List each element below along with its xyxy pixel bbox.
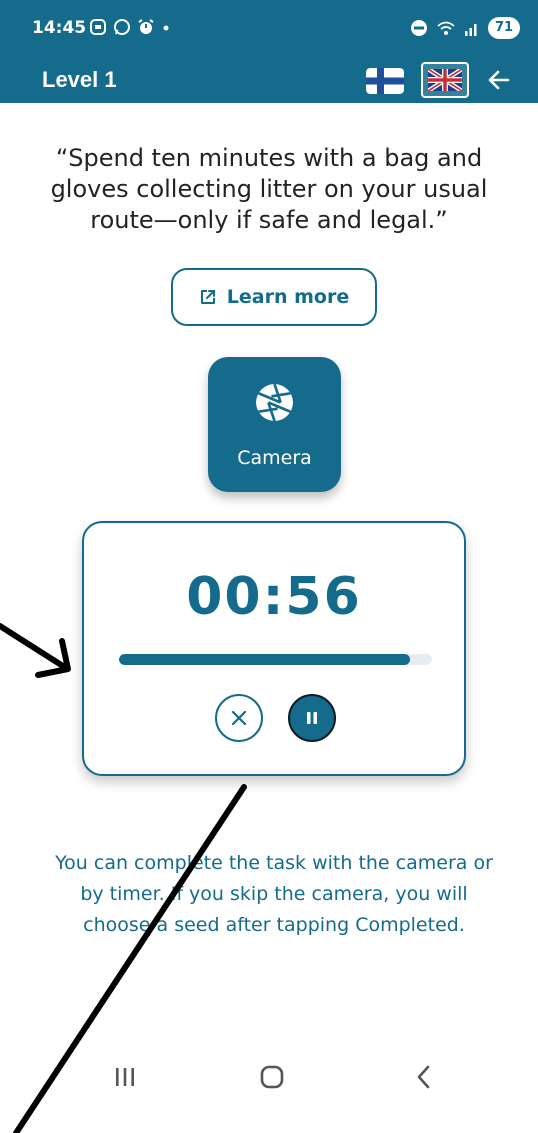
page-title: Level 1 xyxy=(42,67,117,92)
status-system-icons: 71 xyxy=(410,17,520,39)
system-nav-bar xyxy=(0,1050,538,1133)
timer-progress-bar xyxy=(119,654,432,665)
arrow-left-icon[interactable] xyxy=(484,65,514,95)
learn-more-button[interactable]: Learn more xyxy=(171,268,377,326)
timer-progress-fill xyxy=(119,654,411,665)
timer-card: 00:56 xyxy=(82,521,466,776)
screen: 14:45 71 Level 1 “Spend ten minutes with… xyxy=(0,0,538,1133)
pause-icon xyxy=(307,712,317,724)
app-bar: Level 1 xyxy=(0,56,538,103)
whatsapp-icon xyxy=(114,19,130,35)
screenshot-icon xyxy=(90,19,106,35)
external-link-icon xyxy=(200,290,215,304)
finland-flag-icon[interactable] xyxy=(366,68,404,94)
close-icon xyxy=(231,710,247,726)
cancel-timer-button[interactable] xyxy=(215,694,263,742)
camera-button[interactable]: Camera xyxy=(208,357,341,492)
camera-aperture-icon xyxy=(256,383,293,422)
camera-label: Camera xyxy=(237,447,312,469)
recent-apps-icon[interactable] xyxy=(112,1064,138,1090)
status-bar: 14:45 71 xyxy=(0,0,538,56)
language-uk-button[interactable] xyxy=(421,62,469,98)
battery-indicator: 71 xyxy=(488,17,520,39)
wifi-icon xyxy=(437,21,455,35)
signal-icon xyxy=(465,24,477,36)
do-not-disturb-icon xyxy=(411,20,427,36)
top-bar: 14:45 71 Level 1 xyxy=(0,0,538,103)
dot-icon xyxy=(163,25,169,31)
task-quote: “Spend ten minutes with a bag and gloves… xyxy=(50,144,488,234)
timer-display: 00:56 xyxy=(186,567,362,627)
status-time: 14:45 xyxy=(32,18,87,38)
alarm-icon xyxy=(138,19,154,34)
learn-more-label: Learn more xyxy=(226,286,350,308)
home-icon[interactable] xyxy=(258,1063,286,1091)
pause-timer-button[interactable] xyxy=(288,694,336,742)
uk-flag-icon xyxy=(428,69,462,91)
annotation-arrow xyxy=(0,623,71,678)
info-text: You can complete the task with the camer… xyxy=(55,852,493,936)
status-notification-icons xyxy=(89,18,171,36)
back-icon[interactable] xyxy=(410,1063,438,1091)
